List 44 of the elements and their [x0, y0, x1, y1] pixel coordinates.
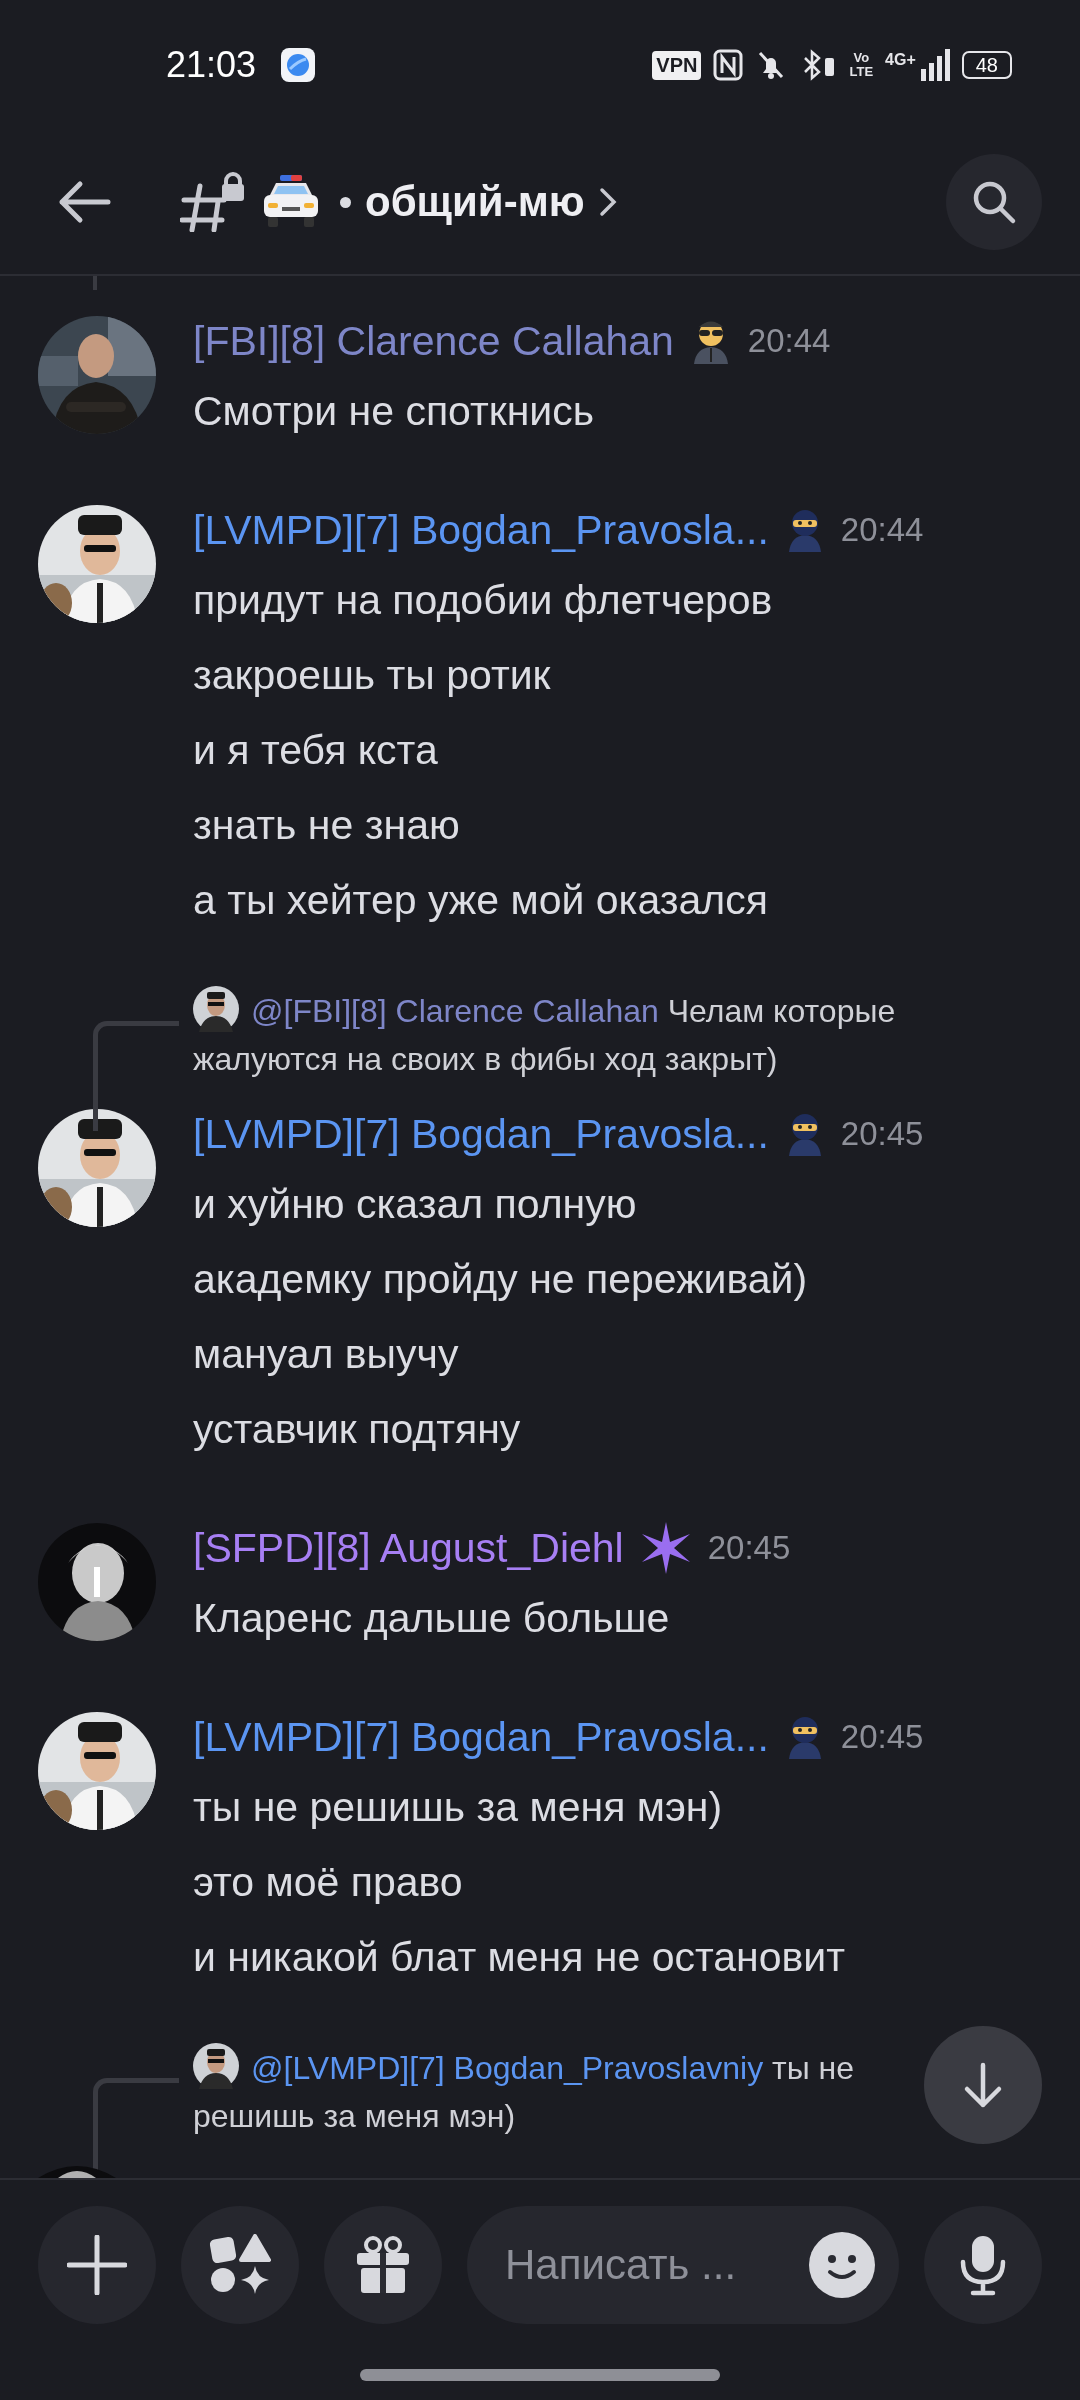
vpn-badge: VPN [652, 50, 702, 80]
reply-preview[interactable]: @[FBI][8] Clarence Callahan Челам которые жалуются на своих в фибы ход закрыт) [193, 986, 900, 1083]
battery-indicator: 48 [961, 51, 1012, 79]
message-time: 20:44 [840, 511, 924, 549]
message-text: ты не решишь за меня мэн) [193, 1783, 724, 1832]
message-text: знать не знаю [193, 801, 461, 850]
nfc-icon [713, 49, 744, 81]
message-text: закроешь ты ротик [193, 651, 552, 700]
reply-preview[interactable]: @[LVMPD][7] Bogdan_Pravoslavniy ты не решишь за меня мэн) [193, 2043, 900, 2140]
author-name[interactable]: [SFPD][8] August_Diehl [193, 1524, 624, 1572]
volte-label: Vo LTE [849, 51, 874, 79]
mention-link[interactable]: @[FBI][8] Clarence Callahan [251, 993, 659, 1029]
author-name[interactable]: [LVMPD][7] Bogdan_Pravosla... [193, 506, 769, 554]
author-name[interactable]: [LVMPD][7] Bogdan_Pravosla... [193, 1713, 769, 1761]
message-text: Кларенс дальше больше [193, 1594, 671, 1643]
message-input[interactable]: Написать ... [467, 2206, 899, 2324]
message-text: мануал выучу [193, 1330, 460, 1379]
plus-icon [67, 2235, 127, 2295]
mention-link[interactable]: @[LVMPD][7] Bogdan_Pravoslavniy [251, 2050, 764, 2086]
locked-channel-icon [180, 172, 246, 232]
message-text: придут на подобии флетчеров [193, 576, 774, 625]
author-name[interactable]: [LVMPD][7] Bogdan_Pravosla... [193, 1110, 769, 1158]
message-text: а ты хейтер уже мой оказался [193, 876, 769, 925]
bullet-icon [340, 196, 351, 208]
message-text: это моё право [193, 1858, 464, 1907]
message-text: академку пройду не переживай) [193, 1255, 809, 1304]
message-text: и хуйню сказал полную [193, 1180, 638, 1229]
signal-icon [919, 49, 950, 81]
message-time: 20:45 [840, 1718, 924, 1756]
app-icon [280, 47, 317, 83]
message-text: и я тебя кста [193, 726, 439, 775]
message-text: Смотри не споткнись [193, 387, 596, 436]
message-time: 20:45 [840, 1115, 924, 1153]
status-time: 21:03 [166, 44, 257, 86]
message-time: 20:44 [747, 322, 831, 360]
emoji-icon[interactable] [809, 2232, 875, 2298]
message-text: уставчик подтяну [193, 1405, 522, 1454]
microphone-icon [959, 2234, 1007, 2296]
message-text: и никакой блат меня не остановит [193, 1933, 846, 1982]
author-name[interactable]: [FBI][8] Clarence Callahan [193, 317, 674, 365]
message-time: 20:45 [707, 1529, 791, 1567]
chevron-right-icon[interactable] [598, 187, 617, 217]
network-label: 4G+ [885, 51, 916, 69]
channel-title[interactable]: общий-мю [365, 178, 585, 226]
